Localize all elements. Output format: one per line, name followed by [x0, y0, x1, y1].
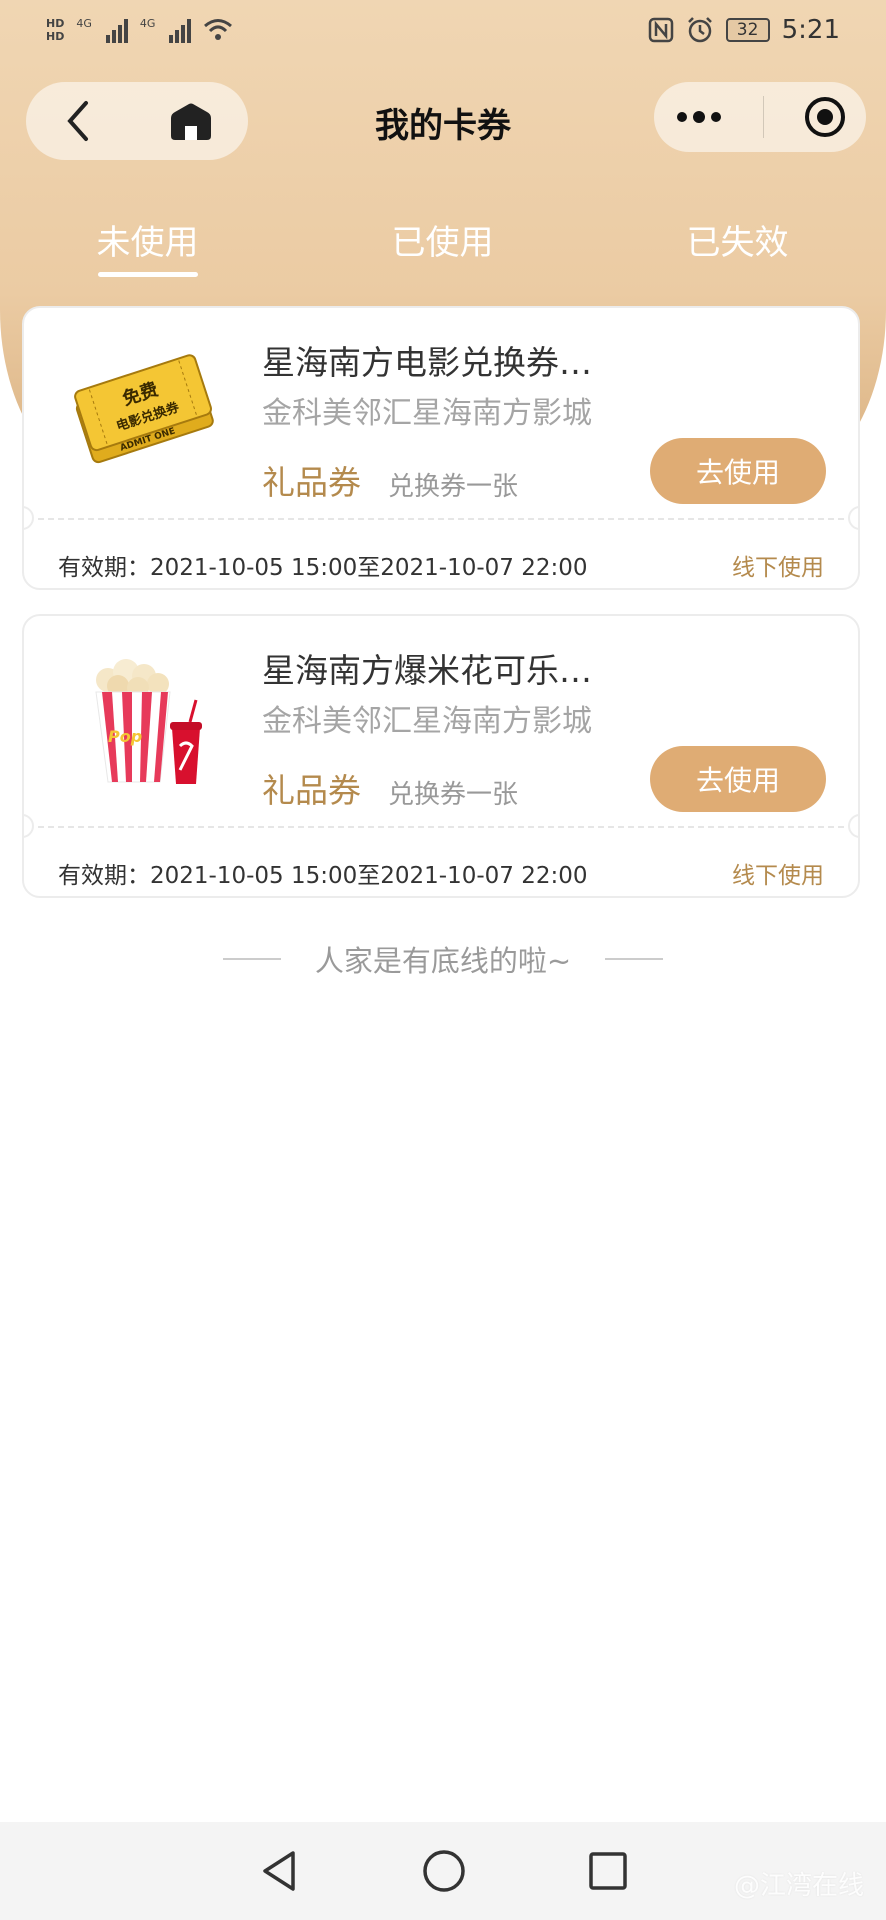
- battery-icon: 32: [725, 18, 770, 42]
- coupon-venue: 金科美邻汇星海南方影城: [262, 704, 592, 739]
- coupon-card[interactable]: Pop 星海南方爆米花可乐… 金科美邻汇星海南方影城 礼品券 兑换券一张 去使用…: [22, 614, 860, 898]
- card-divider: [38, 826, 844, 828]
- coupon-subtitle: 兑换券一张: [388, 472, 519, 502]
- more-dots-icon[interactable]: [674, 109, 724, 125]
- coupon-type: 礼品券: [262, 771, 361, 810]
- close-circle-icon[interactable]: [803, 95, 847, 139]
- card-notch: [24, 506, 34, 530]
- status-left: HD HD 4G 4G: [46, 17, 233, 43]
- alarm-icon: [687, 17, 712, 43]
- watermark: @江湾在线: [733, 1871, 864, 1901]
- wifi-icon: [204, 19, 233, 40]
- hd-label-2: HD: [46, 30, 65, 43]
- tab-unused[interactable]: 未使用: [0, 215, 295, 285]
- end-rule-left: [222, 958, 281, 960]
- coupon-title: 星海南方爆米花可乐…: [262, 651, 592, 690]
- coupon-validity: 有效期：2021-10-05 15:00至2021-10-07 22:00: [58, 555, 588, 581]
- coupon-validity: 有效期：2021-10-05 15:00至2021-10-07 22:00: [58, 863, 588, 889]
- system-nav-bar: @江湾在线: [0, 1822, 886, 1920]
- recents-square-icon[interactable]: [587, 1850, 629, 1892]
- coupon-type: 礼品券: [262, 463, 361, 502]
- signal-icon-2: [169, 17, 192, 43]
- movie-ticket-icon: 免费 电影兑换券 ADMIT ONE: [74, 354, 214, 464]
- nfc-icon: [648, 17, 673, 43]
- signal-icon: [105, 17, 128, 43]
- coupon-tabs: 未使用 已使用 已失效: [0, 215, 886, 285]
- capsule-divider: [762, 96, 764, 138]
- coupon-venue: 金科美邻汇星海南方影城: [262, 396, 592, 431]
- nav-right-capsule: [654, 82, 866, 152]
- coupon-usage: 线下使用: [732, 555, 824, 581]
- network-type-1: 4G: [76, 17, 92, 30]
- network-type-2: 4G: [139, 17, 156, 30]
- back-triangle-icon[interactable]: [257, 1847, 301, 1895]
- home-circle-icon[interactable]: [421, 1848, 467, 1894]
- tab-used[interactable]: 已使用: [295, 215, 590, 285]
- use-coupon-button[interactable]: 去使用: [650, 438, 826, 504]
- card-divider: [38, 518, 844, 520]
- coupon-card[interactable]: 免费 电影兑换券 ADMIT ONE 星海南方电影兑换券… 金科美邻汇星海南方影…: [22, 306, 860, 590]
- coupon-usage: 线下使用: [732, 863, 824, 889]
- use-coupon-button[interactable]: 去使用: [650, 746, 826, 812]
- clock-time: 5:21: [781, 15, 840, 45]
- status-bar: HD HD 4G 4G 32 5:21: [0, 0, 886, 60]
- tab-expired[interactable]: 已失效: [590, 215, 885, 285]
- end-of-list: 人家是有底线的啦~: [0, 938, 886, 980]
- card-notch: [848, 506, 858, 530]
- coupon-subtitle: 兑换券一张: [388, 780, 519, 810]
- hd-label-1: HD: [46, 17, 65, 30]
- popcorn-cola-icon: Pop: [95, 659, 202, 784]
- coupon-title: 星海南方电影兑换券…: [262, 343, 592, 382]
- hd-indicators: HD HD: [46, 17, 64, 43]
- end-rule-right: [605, 958, 664, 960]
- status-right: 32 5:21: [648, 15, 840, 45]
- end-of-list-text: 人家是有底线的啦~: [314, 944, 572, 978]
- svg-text:Pop: Pop: [108, 727, 142, 746]
- card-notch: [24, 814, 34, 838]
- card-notch: [848, 814, 858, 838]
